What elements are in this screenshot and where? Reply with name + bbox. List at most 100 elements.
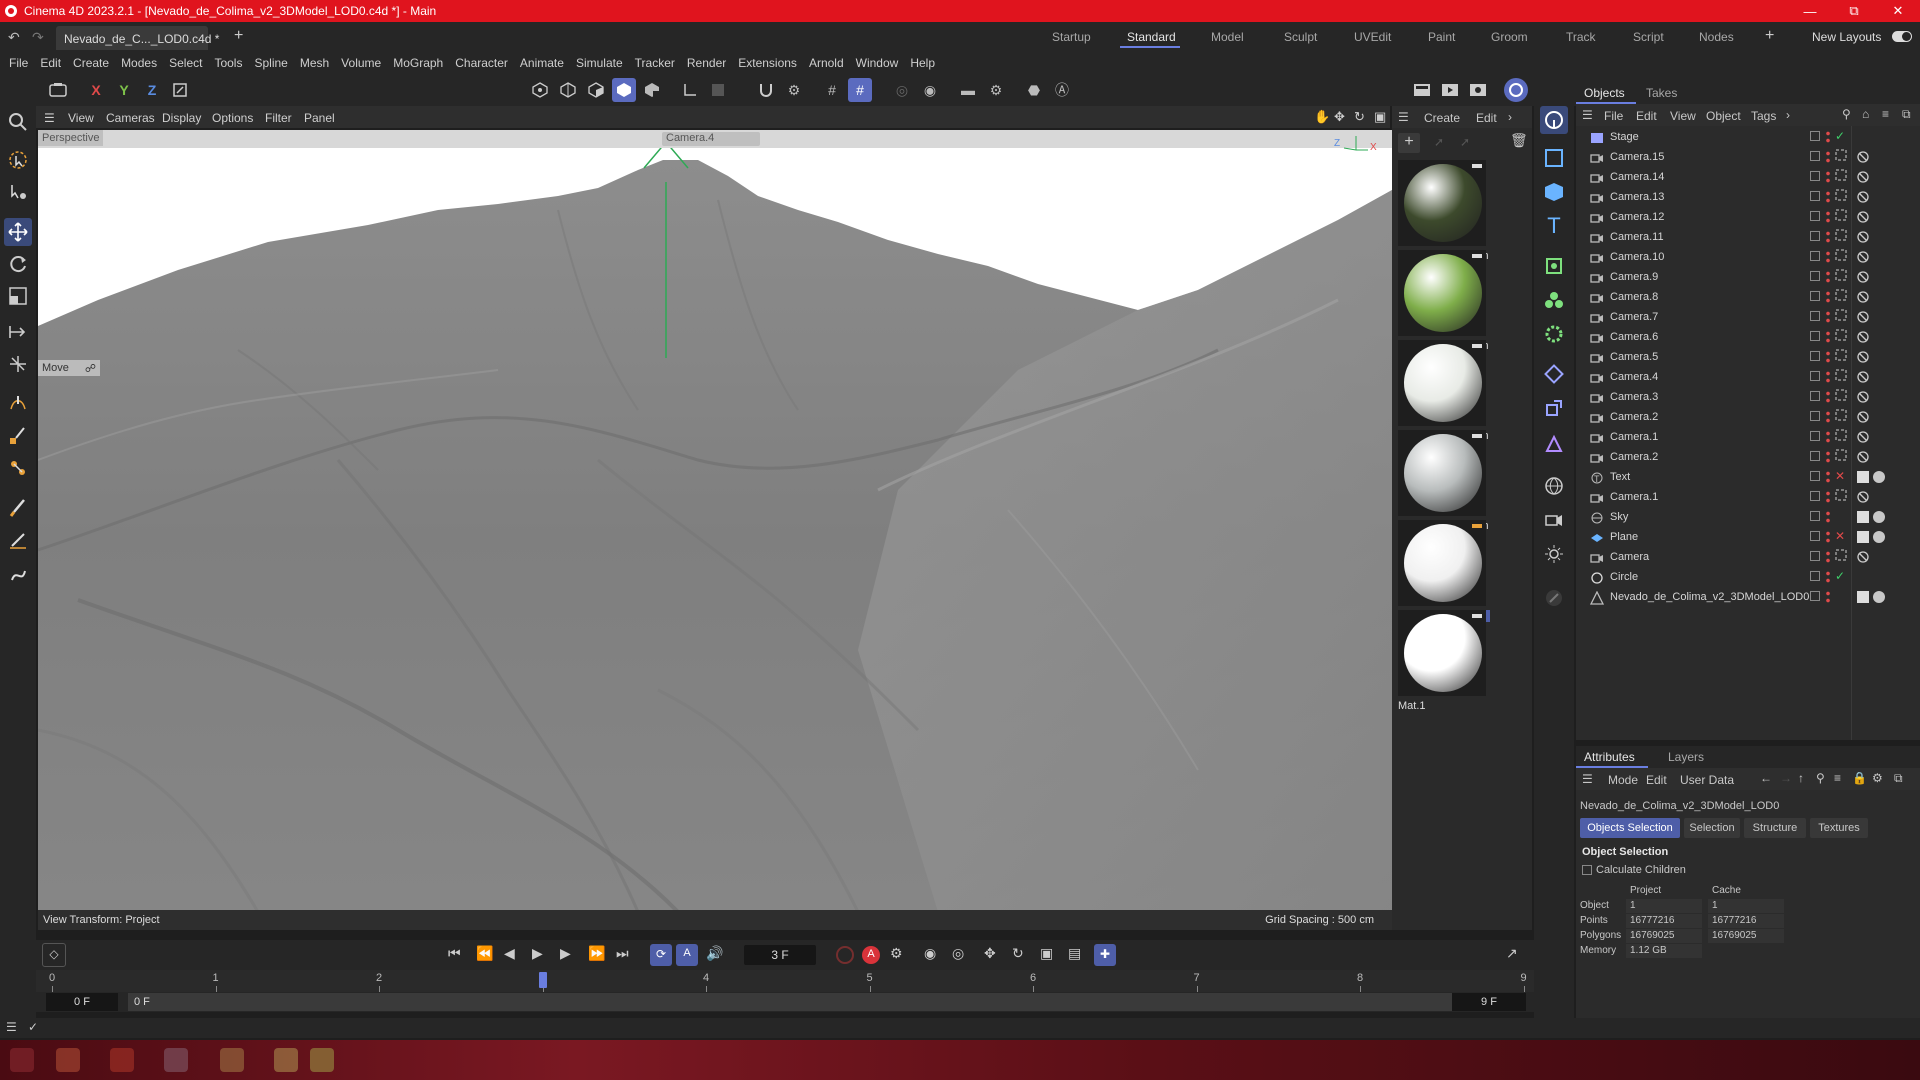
taskbar-app-icon[interactable] [220, 1048, 244, 1072]
target-tag-icon[interactable] [1835, 269, 1847, 281]
visibility-dots-icon[interactable] [1826, 530, 1830, 544]
taskbar-app-icon[interactable] [164, 1048, 188, 1072]
previous-frame-icon[interactable]: ◀ [504, 945, 515, 962]
viewport-menu-filter[interactable]: Filter [265, 111, 292, 125]
tab-takes[interactable]: Takes [1646, 86, 1677, 100]
taskbar-app-icon[interactable] [110, 1048, 134, 1072]
check-circle-icon[interactable]: ✓ [28, 1020, 38, 1034]
layout-nodes[interactable]: Nodes [1699, 30, 1734, 44]
object-row[interactable]: Camera.8 [1576, 288, 1920, 308]
playhead[interactable] [538, 972, 547, 988]
range-end-field[interactable]: 9 F [1452, 993, 1526, 1011]
visibility-dots-icon[interactable] [1826, 550, 1830, 564]
spline-generator-icon[interactable] [1540, 252, 1568, 280]
layout-groom[interactable]: Groom [1491, 30, 1528, 44]
target-tag-icon[interactable] [1835, 429, 1847, 441]
edit-layer-icon[interactable] [1810, 151, 1820, 161]
3d-viewport[interactable]: Perspective Camera.4 Move ☍ Z X [38, 130, 1392, 912]
coordinate-manager-icon[interactable] [4, 350, 32, 378]
close-window-icon[interactable]: ✕ [1876, 0, 1920, 22]
object-name[interactable]: Camera.2 [1610, 451, 1658, 463]
object-menu-file[interactable]: File [1604, 109, 1623, 123]
target-tag-icon[interactable] [1835, 449, 1847, 461]
key-parameter-icon[interactable]: ▤ [1068, 945, 1081, 962]
material-tag-icon[interactable] [1856, 530, 1886, 544]
hamburger-icon[interactable]: ☰ [6, 1020, 17, 1034]
next-frame-icon[interactable]: ▶ [560, 945, 571, 962]
document-tab[interactable]: Nevado_de_C..._LOD0.c4d * [56, 26, 219, 50]
object-row[interactable]: Camera.3 [1576, 388, 1920, 408]
edit-layer-icon[interactable] [1810, 231, 1820, 241]
protection-tag-icon[interactable] [1856, 410, 1870, 424]
layout-paint[interactable]: Paint [1428, 30, 1455, 44]
active-camera-label[interactable]: Camera.4 [662, 132, 760, 146]
attr-menu-edit[interactable]: Edit [1646, 773, 1667, 787]
visibility-dots-icon[interactable] [1826, 450, 1830, 464]
visibility-dots-icon[interactable] [1826, 130, 1830, 144]
viewport-menu-view[interactable]: View [68, 111, 94, 125]
new-window-icon[interactable]: ⧉ [1894, 771, 1903, 786]
target-tag-icon[interactable] [1835, 289, 1847, 301]
menu-volume[interactable]: Volume [341, 56, 381, 70]
edit-layer-icon[interactable] [1810, 451, 1820, 461]
new-layouts-label[interactable]: New Layouts [1812, 30, 1881, 44]
z-axis-toggle[interactable]: Z [140, 78, 164, 102]
visibility-dots-icon[interactable] [1826, 170, 1830, 184]
edit-layer-icon[interactable] [1810, 211, 1820, 221]
edit-layer-icon[interactable] [1810, 291, 1820, 301]
object-row[interactable]: Camera [1576, 548, 1920, 568]
edit-layer-icon[interactable] [1810, 391, 1820, 401]
protection-tag-icon[interactable] [1856, 170, 1870, 184]
previous-key-icon[interactable]: ⏪ [476, 945, 493, 962]
search-icon[interactable] [4, 108, 32, 136]
go-to-end-icon[interactable]: ⏭ [616, 945, 629, 962]
material-menu-edit[interactable]: Edit [1476, 111, 1497, 125]
object-name[interactable]: Camera.1 [1610, 491, 1658, 503]
protection-tag-icon[interactable] [1856, 430, 1870, 444]
orbit-view-icon[interactable]: ↻ [1354, 109, 1365, 125]
menu-animate[interactable]: Animate [520, 56, 564, 70]
material-tag-icon[interactable] [1856, 510, 1886, 524]
scale-tool-icon[interactable] [4, 282, 32, 310]
new-window-icon[interactable]: ⧉ [1902, 107, 1911, 122]
tab-objects[interactable]: Objects [1584, 86, 1625, 100]
object-menu-tags[interactable]: Tags [1751, 109, 1776, 123]
sketch-tool-icon[interactable] [4, 422, 32, 450]
menu-modes[interactable]: Modes [121, 56, 157, 70]
menu-render[interactable]: Render [687, 56, 726, 70]
object-row[interactable]: Camera.12 [1576, 208, 1920, 228]
view-settings-icon[interactable]: ⬣ [1022, 78, 1046, 102]
target-tag-icon[interactable] [1835, 489, 1847, 501]
disabled-x-icon[interactable]: ✕ [1835, 469, 1845, 483]
edit-layer-icon[interactable] [1810, 351, 1820, 361]
protection-tag-icon[interactable] [1856, 250, 1870, 264]
environment-icon[interactable] [1540, 472, 1568, 500]
visibility-dots-icon[interactable] [1826, 270, 1830, 284]
protection-tag-icon[interactable] [1856, 450, 1870, 464]
edit-layer-icon[interactable] [1810, 331, 1820, 341]
minimize-icon[interactable]: — [1788, 0, 1832, 22]
edit-layer-icon[interactable] [1810, 431, 1820, 441]
menu-edit[interactable]: Edit [40, 56, 61, 70]
cloner-icon[interactable] [1540, 286, 1568, 314]
symmetry-settings-icon[interactable]: ⚙ [984, 78, 1008, 102]
object-row[interactable]: Camera.2 [1576, 408, 1920, 428]
subtab-objects-selection[interactable]: Objects Selection [1580, 818, 1680, 838]
menu-file[interactable]: File [9, 56, 28, 70]
object-row[interactable]: Camera.13 [1576, 188, 1920, 208]
protection-tag-icon[interactable] [1856, 210, 1870, 224]
protection-tag-icon[interactable] [1856, 310, 1870, 324]
protection-tag-icon[interactable] [1856, 370, 1870, 384]
range-slider[interactable]: 0 F 9 F [128, 993, 1488, 1011]
object-row[interactable]: Camera.7 [1576, 308, 1920, 328]
workplane-snap-icon[interactable]: # [848, 78, 872, 102]
snap-magnet-icon[interactable] [754, 78, 778, 102]
rotate-tool-icon[interactable] [4, 250, 32, 278]
edit-layer-icon[interactable] [1810, 531, 1820, 541]
object-name[interactable]: Camera.9 [1610, 271, 1658, 283]
render-view-icon[interactable] [1410, 78, 1434, 102]
timeline-ruler[interactable]: 0123456789 [36, 970, 1534, 992]
target-tag-icon[interactable] [1835, 249, 1847, 261]
visibility-dots-icon[interactable] [1826, 510, 1830, 524]
disabled-x-icon[interactable]: ✕ [1835, 529, 1845, 543]
